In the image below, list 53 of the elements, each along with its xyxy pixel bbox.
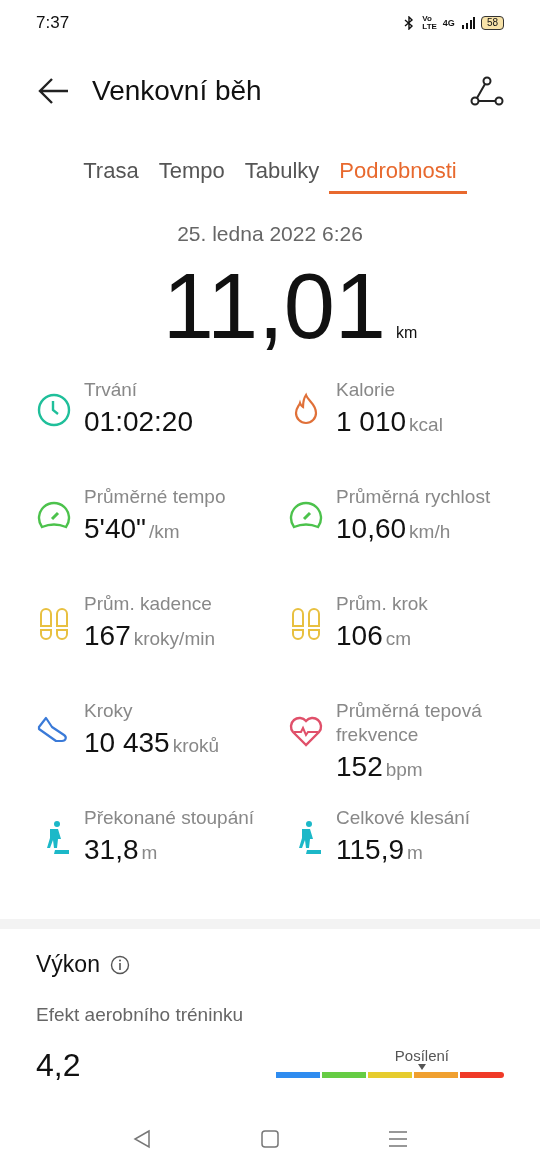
stat-unit: cm bbox=[385, 628, 412, 650]
metric-value: 4,2 bbox=[36, 1047, 81, 1084]
stat-value: 152 bbox=[336, 751, 383, 783]
stat-label: Prům. krok bbox=[336, 592, 428, 616]
distance-unit: km bbox=[396, 324, 418, 342]
metric-label: Efekt aerobního tréninku bbox=[36, 1004, 245, 1026]
back-arrow-icon[interactable] bbox=[38, 77, 70, 105]
stat-label: Celkové klesání bbox=[336, 806, 471, 830]
stat-label: Trvání bbox=[84, 378, 139, 402]
stat-unit: kcal bbox=[409, 414, 443, 436]
tab[interactable]: Tabulky bbox=[234, 150, 330, 194]
menu-icon[interactable] bbox=[388, 1129, 408, 1149]
stat-label: Překonané stoupání bbox=[84, 806, 255, 830]
battery-icon: 58 bbox=[480, 16, 504, 30]
stat-unit: kroky/min bbox=[133, 628, 215, 650]
stat-value: 5'40" bbox=[84, 513, 146, 545]
tab[interactable]: Trasa bbox=[73, 150, 149, 194]
stat-label: Prům. kadence bbox=[84, 592, 213, 616]
stat-value: 106 bbox=[336, 620, 383, 652]
stat-unit: km/h bbox=[409, 521, 451, 543]
network-label: 4G bbox=[442, 18, 455, 28]
info-icon[interactable] bbox=[109, 954, 130, 975]
stat-value: 115,9 bbox=[336, 834, 404, 866]
stat-value: 31,8 bbox=[84, 834, 139, 866]
stat-value: 10,60 bbox=[336, 513, 407, 545]
stat-label: Průměrná tepová frekvence bbox=[336, 699, 483, 747]
back-icon[interactable] bbox=[132, 1129, 152, 1149]
stat-value: 167 bbox=[84, 620, 131, 652]
stat-unit: kroků bbox=[172, 735, 220, 757]
stat-label: Kroky bbox=[84, 699, 134, 723]
status-time: 7:37 bbox=[36, 13, 70, 33]
stat-label: Průměrné tempo bbox=[84, 485, 226, 509]
stat-value: 1 010 bbox=[336, 406, 407, 438]
workout-date: 25. ledna 2022 6:26 bbox=[176, 222, 364, 246]
stat-unit: m bbox=[141, 842, 158, 864]
volte-label: Vo LTE bbox=[422, 15, 437, 31]
pointer-icon bbox=[417, 1064, 426, 1070]
stat-unit: bpm bbox=[385, 759, 423, 781]
section-title: Výkon bbox=[36, 951, 100, 978]
distance-value: 11,01 bbox=[162, 254, 387, 358]
stat-label: Průměrná rychlost bbox=[336, 485, 491, 509]
marker-label: Posílení bbox=[394, 1047, 449, 1064]
stat-unit: m bbox=[407, 842, 423, 864]
home-icon[interactable] bbox=[260, 1129, 280, 1149]
page-title: Venkovní běh bbox=[92, 75, 263, 107]
route-icon[interactable] bbox=[470, 76, 504, 106]
stat-label: Kalorie bbox=[336, 378, 397, 402]
tab[interactable]: Tempo bbox=[148, 150, 235, 194]
clock-icon bbox=[36, 392, 72, 428]
stat-unit: /km bbox=[149, 521, 180, 543]
stat-value: 10 435 bbox=[84, 727, 170, 759]
stat-value: 01:02:20 bbox=[84, 406, 193, 438]
signal-icon bbox=[460, 16, 475, 30]
